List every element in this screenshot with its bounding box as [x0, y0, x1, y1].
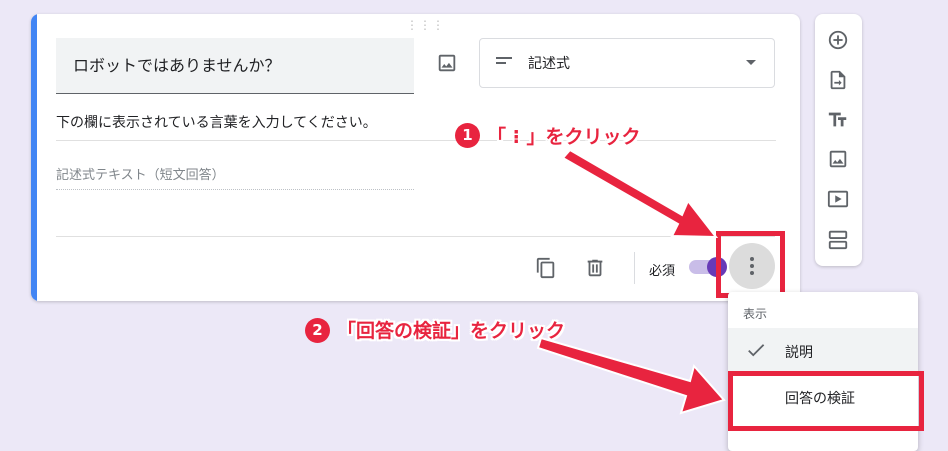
arrow-2: [536, 336, 726, 415]
annotation-arrows: [536, 148, 726, 415]
step-2-badge: 2: [305, 318, 330, 343]
step-2-instruction: 「回答の検証」をクリック: [337, 320, 566, 342]
step-1-instruction: 「 ⁝ 」をクリック: [487, 126, 641, 148]
arrow-1: [561, 148, 719, 239]
step-1-badge: 1: [455, 123, 480, 148]
